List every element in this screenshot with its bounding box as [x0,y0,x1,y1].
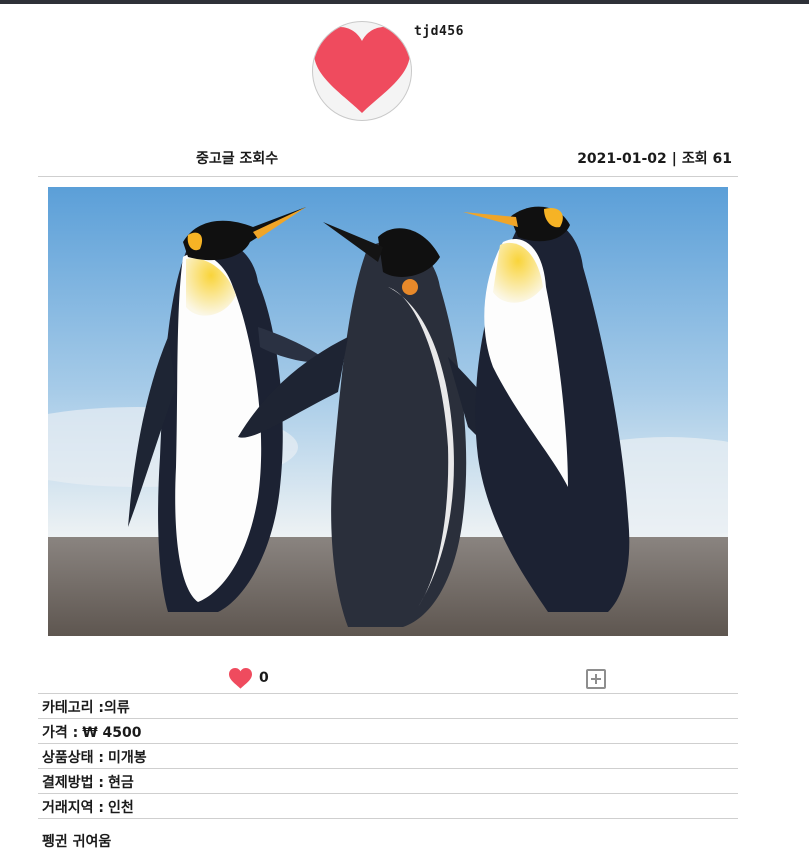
post-meta: 2021-01-02 | 조회 61 [577,148,732,168]
like-button[interactable] [228,667,253,690]
category-row: 카테고리 :의류 [42,697,130,717]
post-date: 2021-01-02 [577,151,667,167]
post-description: 펭귄 귀여움 [42,834,112,850]
top-bar [0,0,809,4]
region-row: 거래지역 : 인천 [42,797,134,817]
category-value: 의류 [104,700,130,716]
divider [38,793,738,794]
heart-icon [229,667,252,689]
product-image [48,187,728,636]
price-label: 가격 : [42,725,79,741]
like-count: 0 [259,670,269,686]
divider [38,693,738,694]
avatar [312,21,412,121]
region-value: 인천 [108,800,134,816]
divider [38,743,738,744]
meta-separator: | [671,151,677,167]
divider [38,718,738,719]
payment-value: 현금 [108,775,134,791]
payment-row: 결제방법 : 현금 [42,772,134,792]
condition-row: 상품상태 : 미개봉 [42,747,147,767]
post-title: 중고글 조회수 [196,151,279,167]
username[interactable]: tjd456 [414,24,464,39]
view-count: 조회 61 [681,151,732,167]
condition-value: 미개봉 [108,750,147,766]
add-button[interactable] [586,669,606,689]
divider [38,176,738,177]
price-row: 가격 : ₩ 4500 [42,722,142,742]
divider [38,818,738,819]
condition-label: 상품상태 : [42,750,104,766]
price-value: ₩ 4500 [82,725,142,741]
divider [38,768,738,769]
category-label: 카테고리 : [42,700,104,716]
region-label: 거래지역 : [42,800,104,816]
heart-icon [314,27,410,113]
payment-label: 결제방법 : [42,775,104,791]
